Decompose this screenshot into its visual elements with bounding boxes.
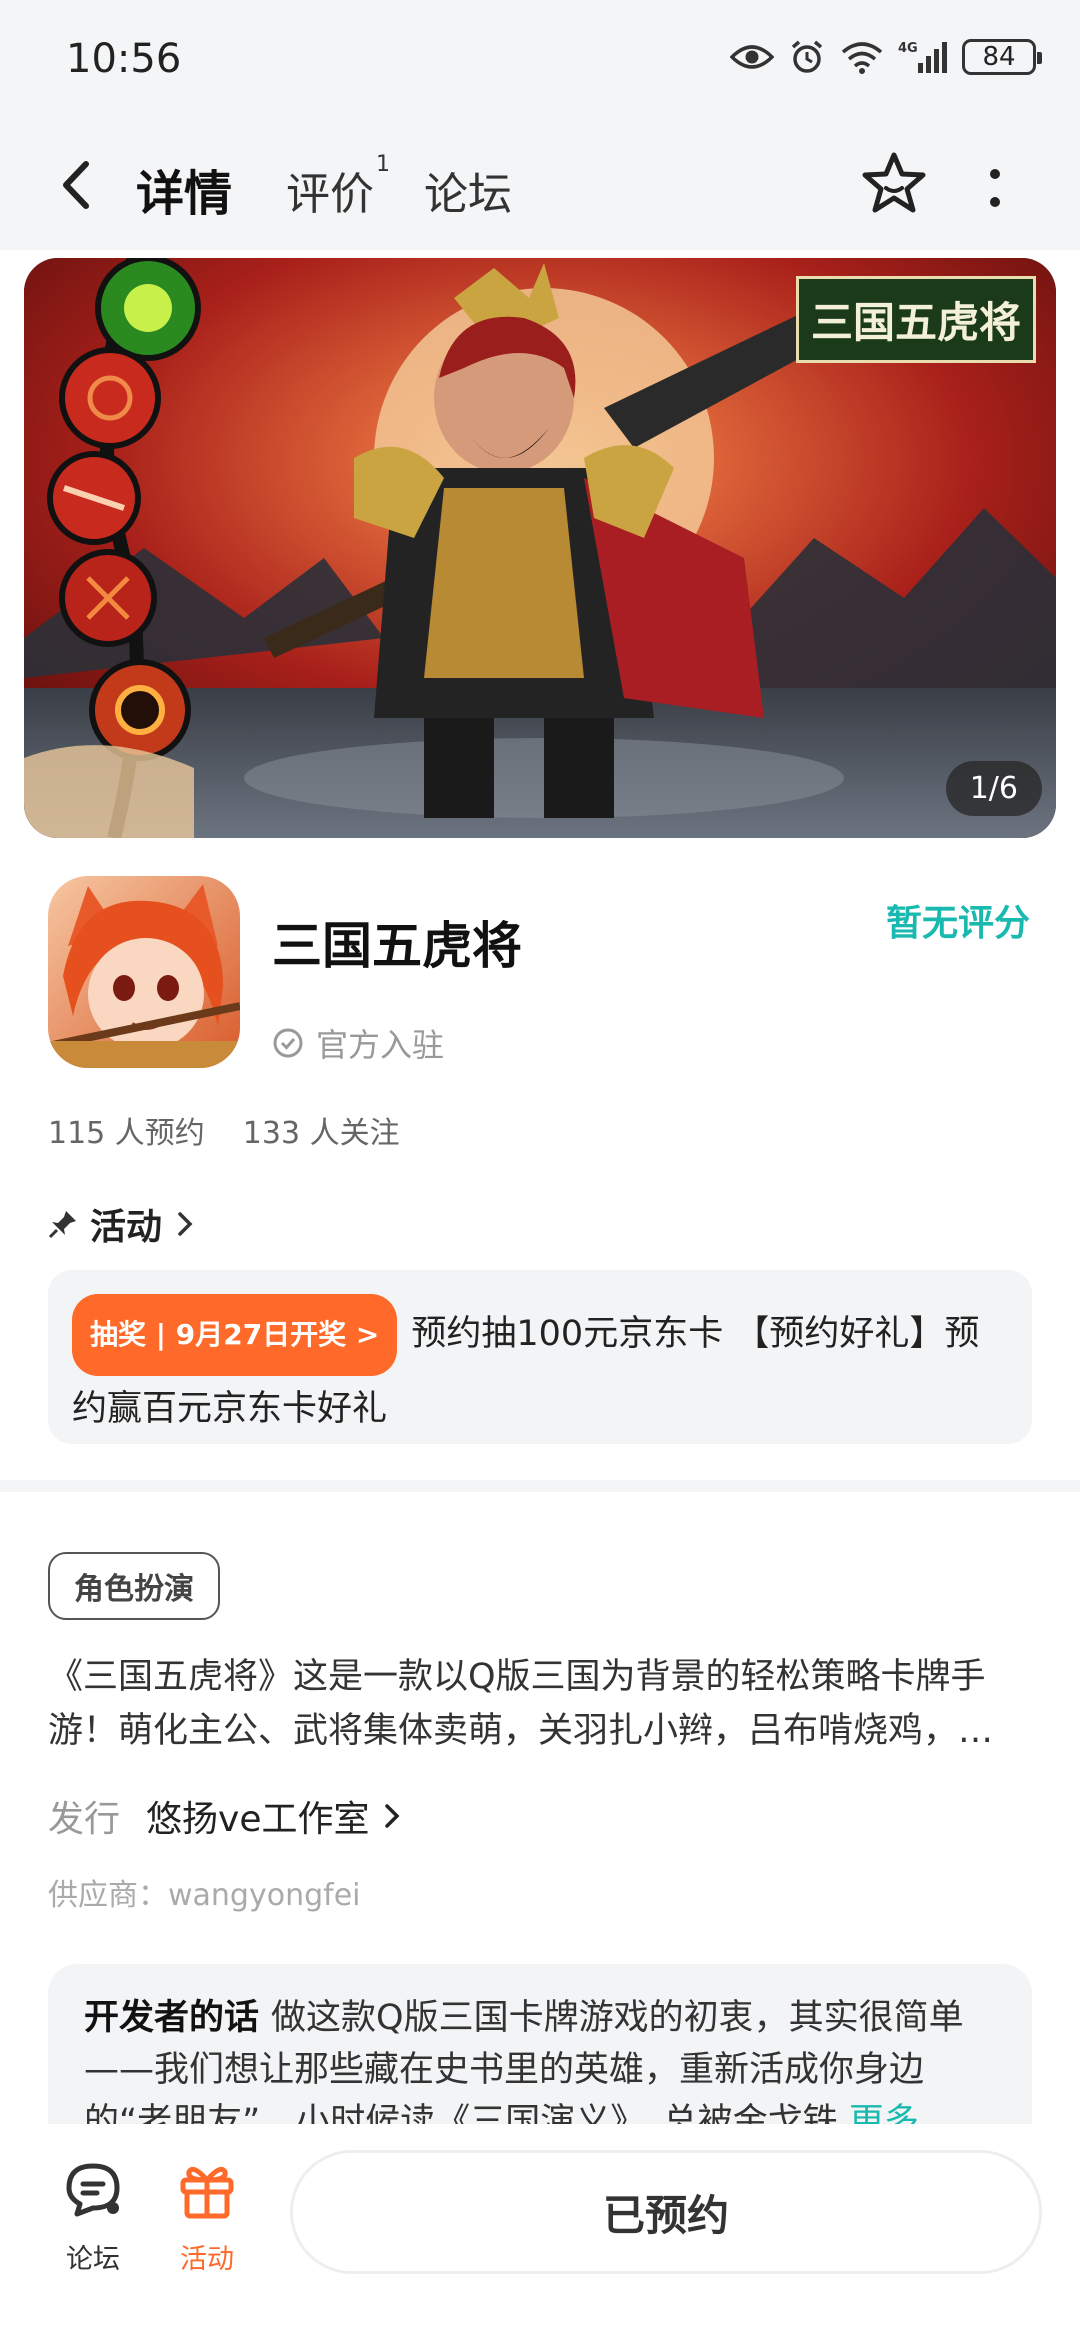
publisher-row[interactable]: 发行 悠扬ve工作室: [48, 1790, 403, 1842]
app-stats: 115 人预约 133 人关注: [48, 1108, 400, 1152]
activity-card[interactable]: 抽奖 | 9月27日开奖 > 预约抽100元京东卡 【预约好礼】预约赢百元京东卡好…: [48, 1270, 1032, 1444]
favorite-star-icon[interactable]: [860, 150, 928, 218]
publisher-name: 悠扬ve工作室: [146, 1799, 370, 1840]
follower-count: 133 人关注: [242, 1116, 400, 1151]
status-time: 10:56: [66, 36, 182, 82]
forum-chat-icon: [66, 2163, 120, 2217]
reserved-button[interactable]: 已预约: [290, 2150, 1042, 2274]
bottom-action-bar: 论坛 活动 已预约: [0, 2124, 1080, 2340]
back-icon[interactable]: [52, 158, 102, 212]
check-circle-icon: [273, 1028, 303, 1058]
developer-note-card[interactable]: 开发者的话 做这款Q版三国卡牌游戏的初衷，其实很简单——我们想让那些藏在史书里的英…: [48, 1964, 1032, 2124]
pin-icon: [48, 1211, 76, 1239]
signal-icon: 4G: [898, 41, 947, 73]
chevron-right-icon: [385, 1804, 400, 1828]
developer-note-title: 开发者的话: [84, 1998, 260, 2038]
battery-indicator: 84: [962, 39, 1042, 75]
official-badge: 官方入驻: [272, 1020, 444, 1066]
genre-tag[interactable]: 角色扮演: [48, 1552, 220, 1620]
alarm-icon: [791, 40, 823, 73]
tab-review-label: 评价: [286, 169, 374, 220]
tab-forum-label: 论坛: [424, 169, 512, 220]
wifi-icon: [841, 42, 883, 74]
status-bar: 10:56 4G 84: [0, 0, 1080, 120]
app-name: 三国五虎将: [272, 917, 522, 975]
tab-review[interactable]: 评价1: [286, 152, 390, 222]
app-icon-artwork: [48, 876, 240, 1068]
official-label: 官方入驻: [316, 1026, 445, 1064]
tab-detail[interactable]: 详情: [130, 154, 239, 224]
more-icon[interactable]: [980, 164, 1010, 214]
hero-game-logo: 三国五虎将: [795, 276, 1036, 363]
bottom-forum-label: 论坛: [66, 2244, 120, 2275]
hero-page-counter: 1/6: [945, 761, 1042, 816]
chevron-right-icon: [178, 1212, 193, 1236]
more-link[interactable]: 更多: [849, 2102, 919, 2124]
publisher-label: 发行: [48, 1799, 121, 1840]
tab-detail-label: 详情: [136, 166, 233, 222]
reservation-count: 115 人预约: [48, 1116, 205, 1151]
lottery-badge: 抽奖 | 9月27日开奖 >: [72, 1294, 398, 1376]
game-description[interactable]: 《三国五虎将》这是一款以Q版三国为背景的轻松策略卡牌手游！萌化主公、武将集体卖萌…: [48, 1650, 1032, 1758]
tab-forum[interactable]: 论坛: [424, 158, 512, 222]
app-rating: 暂无评分: [885, 903, 1030, 944]
activity-header[interactable]: 活动: [48, 1198, 196, 1250]
activity-heading: 活动: [90, 1207, 163, 1248]
hero-banner[interactable]: 三国五虎将 1/6: [24, 258, 1056, 838]
section-divider: [0, 1480, 1080, 1492]
gift-icon: [180, 2166, 234, 2219]
bottom-activity-button[interactable]: 活动: [162, 2158, 252, 2276]
app-icon: [48, 876, 240, 1068]
supplier-info: 供应商：wangyongfei: [48, 1878, 361, 1913]
activity-content: 抽奖 | 9月27日开奖 > 预约抽100元京东卡 【预约好礼】预约赢百元京东卡好…: [72, 1294, 1008, 1442]
bottom-forum-button[interactable]: 论坛: [48, 2158, 138, 2276]
top-nav: 详情 评价1 论坛: [0, 120, 1080, 250]
bottom-activity-label: 活动: [180, 2244, 234, 2275]
svg-text:4G: 4G: [898, 41, 918, 56]
status-icons: 4G 84: [730, 38, 1042, 76]
eye-icon: [730, 45, 774, 69]
tab-review-count: 1: [376, 152, 390, 178]
